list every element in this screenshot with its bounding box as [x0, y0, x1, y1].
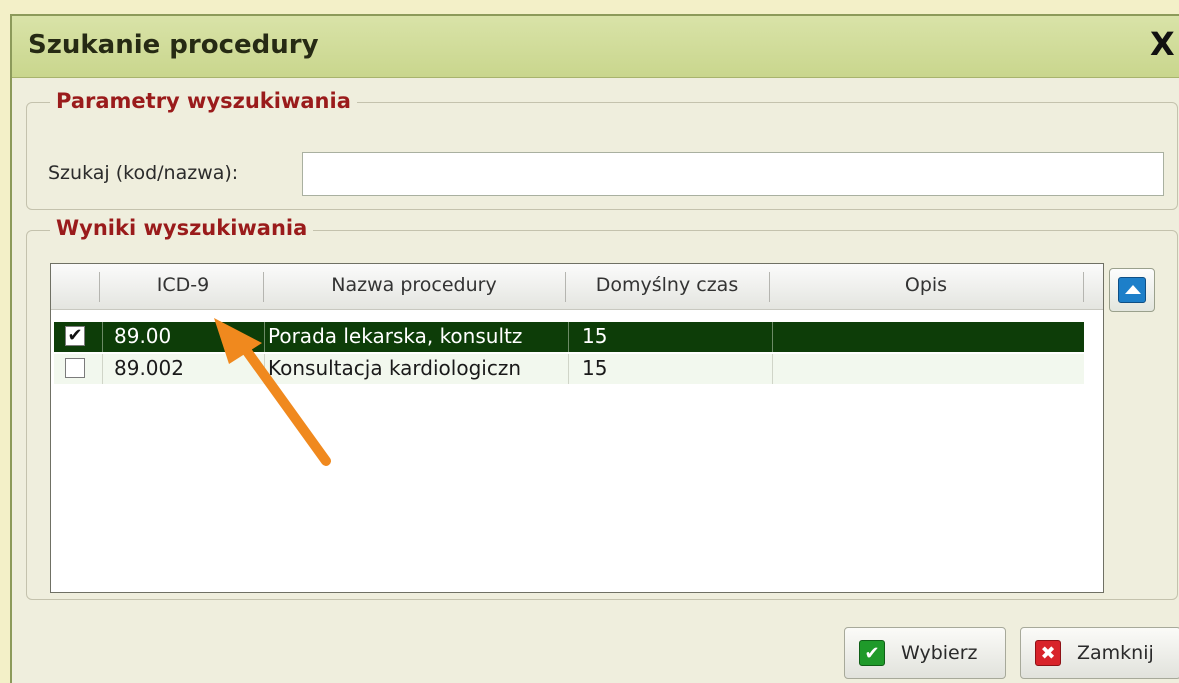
orange-arrow-icon [214, 318, 331, 466]
